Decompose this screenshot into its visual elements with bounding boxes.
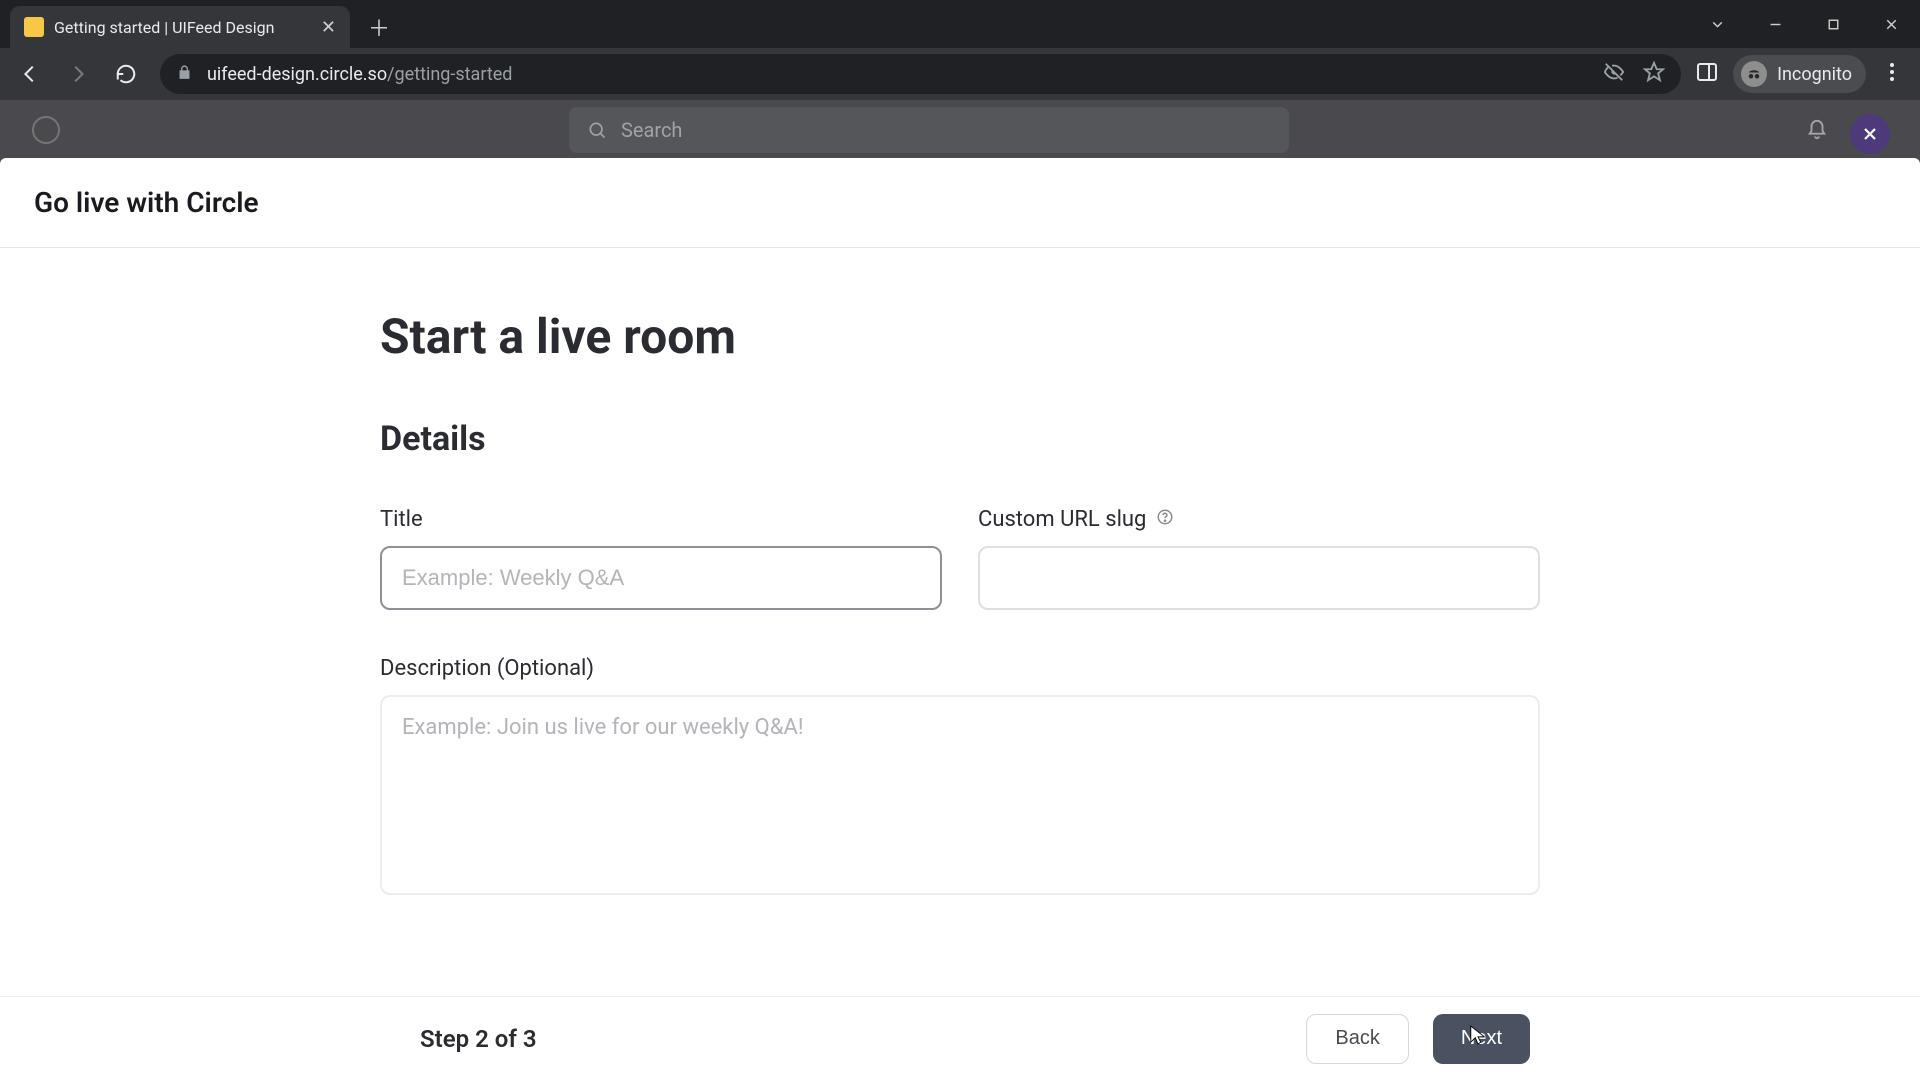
nav-forward-button[interactable]	[58, 54, 98, 94]
browser-tab[interactable]: Getting started | UIFeed Design ✕	[10, 6, 350, 48]
modal-body[interactable]: Start a live room Details Title Custom U…	[0, 248, 1920, 996]
background-search-bar: Search	[569, 107, 1289, 153]
close-icon	[1860, 124, 1880, 144]
description-label: Description (Optional)	[380, 656, 1540, 681]
browser-toolbar: uifeed-design.circle.so/getting-started …	[0, 48, 1920, 100]
tab-title: Getting started | UIFeed Design	[54, 18, 311, 37]
section-heading: Details	[380, 419, 1540, 459]
page-heading: Start a live room	[380, 308, 1540, 365]
url-host: uifeed-design.circle.so	[207, 64, 387, 85]
bookmark-star-icon[interactable]	[1643, 61, 1665, 87]
window-close-button[interactable]	[1862, 4, 1920, 44]
notifications-icon	[1798, 111, 1836, 149]
browser-tab-strip: Getting started | UIFeed Design ✕ ＋	[0, 0, 1920, 48]
step-indicator: Step 2 of 3	[420, 1025, 537, 1053]
modal-footer: Step 2 of 3 Back Next	[0, 996, 1920, 1080]
browser-menu-icon[interactable]	[1880, 60, 1904, 88]
slug-label-text: Custom URL slug	[978, 507, 1146, 532]
next-button-label: Next	[1461, 1027, 1502, 1050]
window-minimize-button[interactable]	[1746, 4, 1804, 44]
nav-reload-button[interactable]	[106, 54, 146, 94]
eye-off-icon[interactable]	[1603, 61, 1625, 87]
modal-sheet: Go live with Circle Start a live room De…	[0, 158, 1920, 1080]
background-search-placeholder: Search	[621, 118, 682, 142]
tab-close-icon[interactable]: ✕	[321, 17, 336, 38]
lock-icon	[176, 64, 193, 85]
incognito-label: Incognito	[1777, 64, 1852, 85]
incognito-indicator[interactable]: Incognito	[1733, 55, 1866, 93]
window-maximize-button[interactable]	[1804, 4, 1862, 44]
new-tab-button[interactable]: ＋	[362, 10, 396, 44]
side-panel-icon[interactable]	[1695, 60, 1719, 88]
nav-back-button[interactable]	[10, 54, 50, 94]
description-textarea[interactable]	[380, 695, 1540, 895]
tabs-dropdown-icon[interactable]	[1688, 4, 1746, 44]
incognito-icon	[1741, 61, 1767, 87]
tab-favicon	[24, 17, 44, 37]
modal-close-button[interactable]	[1850, 114, 1890, 154]
address-bar[interactable]: uifeed-design.circle.so/getting-started	[160, 54, 1681, 94]
back-button[interactable]: Back	[1306, 1014, 1408, 1064]
slug-label: Custom URL slug	[978, 507, 1540, 532]
search-icon	[587, 120, 607, 140]
app-viewport: Search Go live with Circle Start a live …	[0, 100, 1920, 1080]
community-logo	[32, 116, 60, 144]
slug-input[interactable]	[978, 546, 1540, 610]
title-input[interactable]	[380, 546, 942, 610]
modal-title: Go live with Circle	[0, 158, 1920, 248]
next-button[interactable]: Next	[1433, 1014, 1530, 1064]
background-topbar: Search	[0, 100, 1920, 160]
url-text: uifeed-design.circle.so/getting-started	[207, 64, 512, 85]
help-icon[interactable]	[1156, 507, 1174, 532]
url-path: /getting-started	[387, 64, 512, 85]
title-label: Title	[380, 507, 942, 532]
